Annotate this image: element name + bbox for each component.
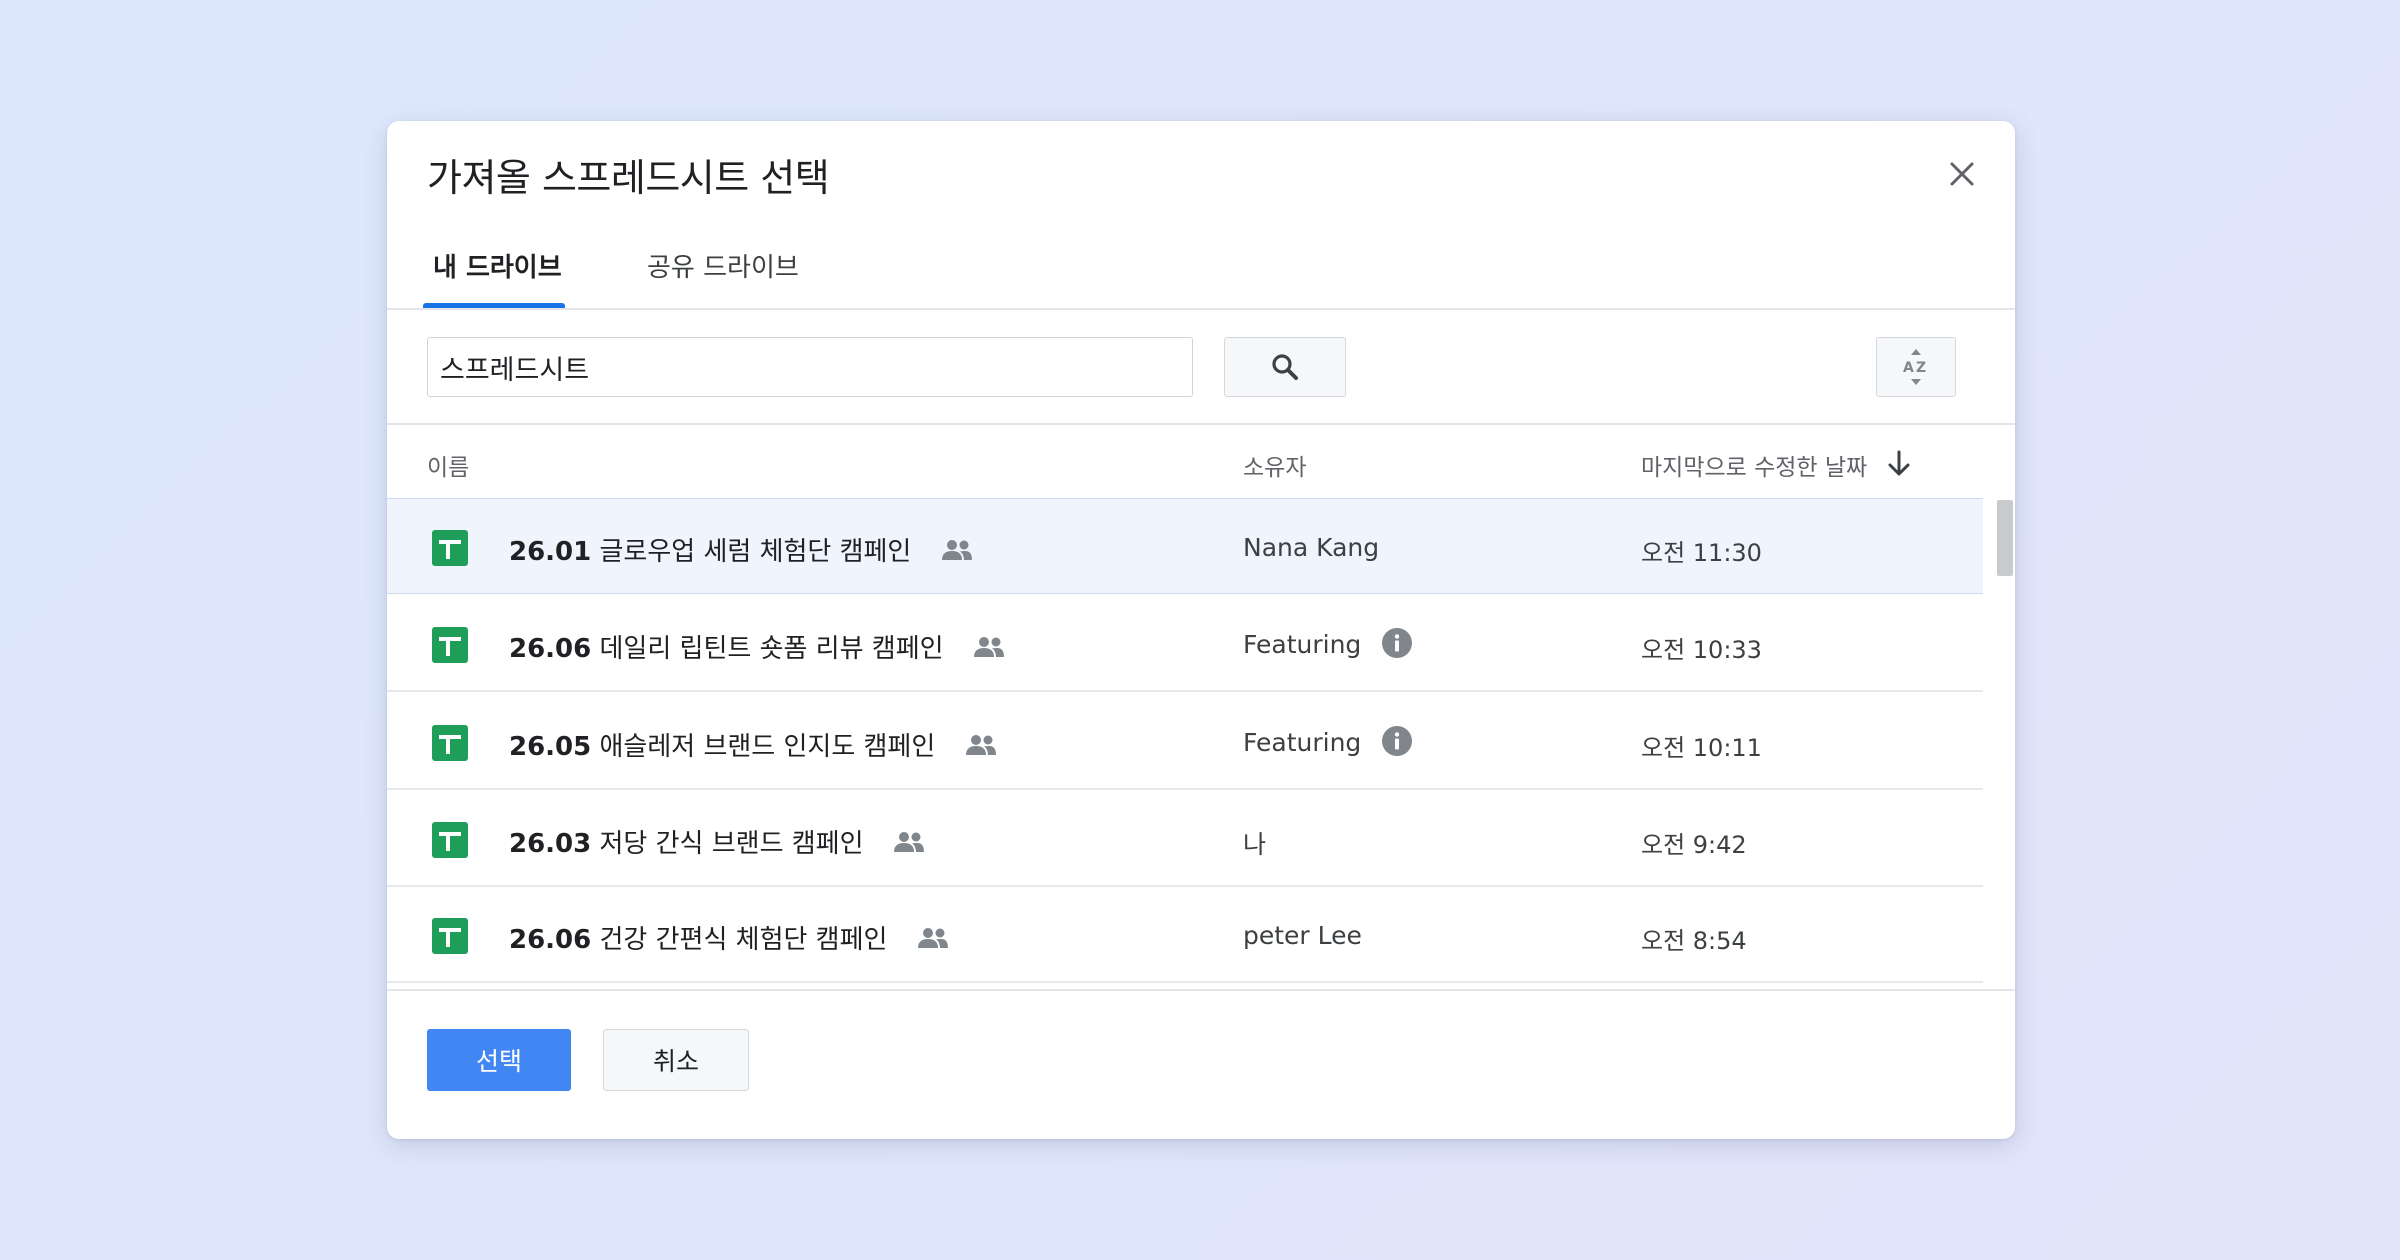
file-title: 글로우업 세럼 체험단 캠페인 [599, 537, 912, 567]
az-sort-icon: A Z [1903, 349, 1926, 385]
shared-people-icon [965, 734, 996, 755]
select-button[interactable]: 선택 [427, 1029, 571, 1091]
shared-people-icon [941, 539, 972, 560]
file-number: 26.05 [509, 732, 592, 762]
file-row[interactable]: 26.06 건강 간편식 체험단 캠페인 peter Lee 오전 8:54 [387, 887, 1983, 983]
shared-people-icon [893, 831, 924, 852]
google-sheets-icon [432, 725, 468, 761]
file-number: 26.06 [509, 925, 592, 955]
list-divider [387, 989, 2015, 991]
sort-direction-button[interactable] [1883, 448, 1919, 484]
tab-my-drive[interactable]: 내 드라이브 [433, 247, 562, 307]
file-owner: peter Lee [1243, 921, 1362, 950]
file-row[interactable]: 26.03 저당 간식 브랜드 캠페인 나 오전 9:42 [387, 791, 1983, 887]
shared-people-icon [917, 927, 948, 948]
google-sheets-icon [432, 822, 468, 858]
file-title: 저당 간식 브랜드 캠페인 [599, 829, 864, 859]
sort-az-button[interactable]: A Z [1876, 337, 1956, 397]
column-header-name[interactable]: 이름 [427, 448, 469, 482]
dialog-title: 가져올 스프레드시트 선택 [427, 156, 830, 200]
file-modified-date: 오전 8:54 [1641, 927, 1747, 955]
close-button[interactable] [1937, 149, 1987, 199]
search-icon [1272, 354, 1298, 380]
cancel-button[interactable]: 취소 [603, 1029, 749, 1091]
file-modified-date: 오전 9:42 [1641, 831, 1747, 859]
file-owner: Nana Kang [1243, 533, 1380, 562]
file-modified-date: 오전 10:11 [1641, 734, 1762, 762]
file-title: 데일리 립틴트 숏폼 리뷰 캠페인 [599, 634, 944, 664]
file-title: 애슬레저 브랜드 인지도 캠페인 [599, 732, 936, 762]
search-button[interactable] [1224, 337, 1346, 397]
svg-text:Z: Z [1916, 360, 1926, 376]
info-icon[interactable] [1381, 627, 1413, 659]
spreadsheet-picker-dialog: 가져올 스프레드시트 선택 내 드라이브 공유 드라이브 A Z 이름 소유자 … [387, 121, 2015, 1139]
file-owner: 나 [1243, 830, 1267, 859]
search-divider [387, 423, 2015, 425]
close-icon [1950, 162, 1974, 186]
search-input[interactable] [427, 337, 1193, 397]
svg-text:A: A [1903, 360, 1914, 376]
file-title: 건강 간편식 체험단 캠페인 [599, 925, 888, 955]
tabs-divider [387, 308, 2015, 310]
file-row-selected[interactable]: 26.01 글로우업 세럼 체험단 캠페인 Nana Kang 오전 11:30 [387, 498, 1983, 594]
scrollbar-thumb[interactable] [1997, 500, 2013, 576]
file-row[interactable]: 26.06 데일리 립틴트 숏폼 리뷰 캠페인 Featuring 오전 10:… [387, 596, 1983, 692]
file-number: 26.03 [509, 829, 592, 859]
file-row[interactable]: 26.05 애슬레저 브랜드 인지도 캠페인 Featuring 오전 10:1… [387, 694, 1983, 790]
file-modified-date: 오전 10:33 [1641, 636, 1762, 664]
file-owner: Featuring [1243, 728, 1362, 757]
google-sheets-icon [432, 918, 468, 954]
file-number: 26.06 [509, 634, 592, 664]
tab-shared-drive[interactable]: 공유 드라이브 [647, 247, 799, 307]
column-header-owner[interactable]: 소유자 [1243, 448, 1306, 482]
google-sheets-icon [432, 627, 468, 663]
column-header-modified[interactable]: 마지막으로 수정한 날짜 [1641, 448, 1867, 482]
info-icon[interactable] [1381, 725, 1413, 757]
arrow-down-icon [1888, 450, 1910, 476]
file-modified-date: 오전 11:30 [1641, 539, 1762, 567]
google-sheets-icon [432, 530, 468, 566]
shared-people-icon [973, 636, 1004, 657]
file-number: 26.01 [509, 537, 592, 567]
file-owner: Featuring [1243, 630, 1362, 659]
